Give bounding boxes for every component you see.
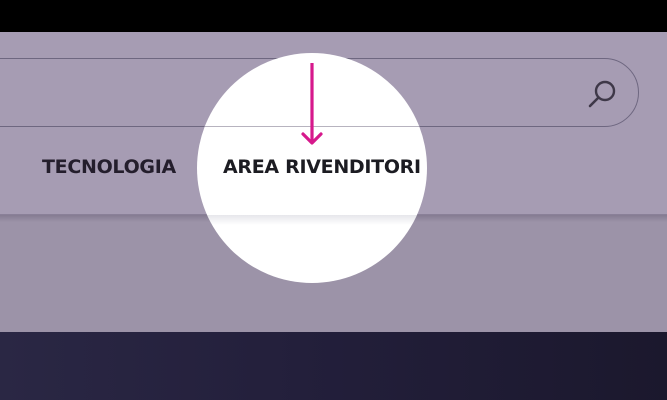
dark-footer-band <box>0 332 667 400</box>
arrow-down-icon <box>301 63 323 145</box>
nav-item-area-rivenditori[interactable]: AREA RIVENDITORI <box>223 156 421 178</box>
spotlight-header-shadow <box>197 215 427 225</box>
nav-item-tecnologia[interactable]: TECNOLOGIA <box>42 156 176 178</box>
screenshot-frame: TECNOLOGIA AREA RIVENDITORI <box>0 0 667 400</box>
top-black-bar <box>0 0 667 32</box>
search-icon[interactable] <box>586 78 618 110</box>
